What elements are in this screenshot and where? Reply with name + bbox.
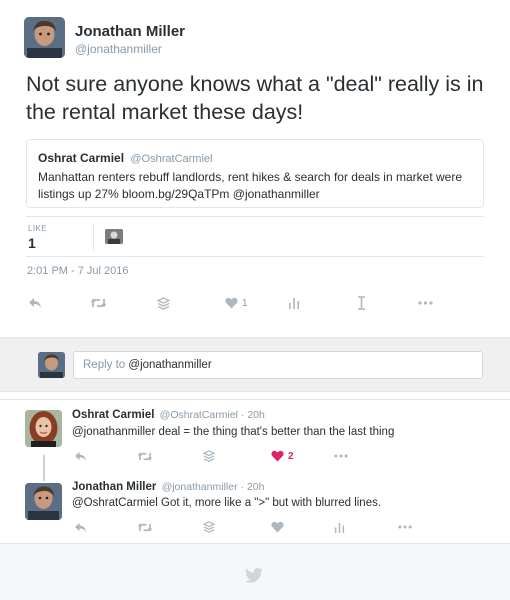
retweet-icon xyxy=(137,451,153,462)
thread-connector xyxy=(43,455,45,481)
reply-actions xyxy=(72,518,432,536)
analytics-icon xyxy=(288,297,300,309)
reply-meta: @jonathanmiller · 20h xyxy=(161,481,265,493)
more-button[interactable] xyxy=(334,447,348,465)
stack-icon xyxy=(203,450,215,462)
reply-author-name[interactable]: Oshrat Carmiel xyxy=(72,409,154,421)
retweet-button[interactable] xyxy=(137,447,153,465)
author-avatar[interactable] xyxy=(24,17,65,58)
reply-author-name[interactable]: Jonathan Miller xyxy=(72,481,156,493)
reply-author-avatar[interactable] xyxy=(25,410,62,447)
text-cursor-icon xyxy=(357,296,366,310)
heart-icon xyxy=(271,521,284,533)
reply-meta: @OshratCarmiel · 20h xyxy=(159,409,265,421)
stack-button[interactable] xyxy=(157,292,170,314)
reply-input[interactable]: Reply to @jonathanmiller xyxy=(73,351,483,379)
like-count[interactable]: 1 xyxy=(28,235,36,251)
reply-icon xyxy=(74,451,87,462)
author-name[interactable]: Jonathan Miller xyxy=(75,23,185,40)
more-icon xyxy=(398,525,412,529)
reply-header: Oshrat Carmiel @OshratCarmiel · 20h xyxy=(72,409,265,421)
reply-text: @jonathanmiller deal = the thing that's … xyxy=(72,426,395,438)
tweet-actions: 1 xyxy=(26,292,446,314)
tweet-timestamp[interactable]: 2:01 PM - 7 Jul 2016 xyxy=(27,265,129,277)
footer xyxy=(0,543,510,600)
like-button[interactable] xyxy=(271,518,284,536)
more-button[interactable] xyxy=(398,518,412,536)
reply-like-count: 2 xyxy=(288,450,294,462)
like-button-liked[interactable]: 2 xyxy=(271,447,294,465)
liker-avatar[interactable] xyxy=(105,229,123,244)
reply-button[interactable] xyxy=(74,518,87,536)
author-handle[interactable]: @jonathanmiller xyxy=(75,42,162,56)
quote-author-handle: @OshratCarmiel xyxy=(130,153,213,165)
quoted-tweet[interactable]: Oshrat Carmiel @OshratCarmiel Manhattan … xyxy=(26,139,484,208)
stack-button[interactable] xyxy=(203,447,215,465)
retweet-button[interactable] xyxy=(137,518,153,536)
analytics-icon xyxy=(334,522,345,533)
stack-button[interactable] xyxy=(203,518,215,536)
analytics-button[interactable] xyxy=(288,292,300,314)
retweet-button[interactable] xyxy=(90,292,107,314)
reply-placeholder: Reply to xyxy=(83,359,126,371)
reply-composer: Reply to @jonathanmiller xyxy=(0,337,510,392)
heart-icon xyxy=(271,450,284,462)
analytics-button[interactable] xyxy=(334,518,345,536)
stack-icon xyxy=(203,521,215,533)
stats-divider xyxy=(93,224,94,250)
tweet-text: Not sure anyone knows what a "deal" real… xyxy=(26,72,484,124)
reply-header: Jonathan Miller @jonathanmiller · 20h xyxy=(72,481,264,493)
tweet-stats: LIKE 1 xyxy=(26,216,484,257)
current-user-avatar xyxy=(38,352,65,378)
separator xyxy=(0,399,510,400)
reply-button[interactable] xyxy=(28,292,42,314)
heart-icon xyxy=(225,297,238,309)
more-button[interactable] xyxy=(418,292,433,314)
reply-icon xyxy=(28,297,42,309)
like-label: LIKE xyxy=(28,224,47,233)
text-cursor-button[interactable] xyxy=(357,292,366,314)
quote-author-name: Oshrat Carmiel xyxy=(38,151,125,165)
retweet-icon xyxy=(90,297,107,309)
stack-icon xyxy=(157,296,170,310)
twitter-bird-icon[interactable] xyxy=(245,568,263,588)
reply-actions: 2 xyxy=(72,447,432,465)
more-icon xyxy=(334,454,348,458)
like-action-count: 1 xyxy=(242,297,248,309)
reply-button[interactable] xyxy=(74,447,87,465)
reply-author-avatar[interactable] xyxy=(25,483,62,520)
quote-text: Manhattan renters rebuff landlords, rent… xyxy=(38,170,462,201)
reply-icon xyxy=(74,522,87,533)
more-icon xyxy=(418,301,433,305)
reply-text: @OshratCarmiel Got it, more like a ">" b… xyxy=(72,497,382,509)
reply-mention: @jonathanmiller xyxy=(128,359,212,371)
retweet-icon xyxy=(137,522,153,533)
like-button[interactable]: 1 xyxy=(225,292,248,314)
quote-header: Oshrat Carmiel @OshratCarmiel xyxy=(38,150,472,167)
